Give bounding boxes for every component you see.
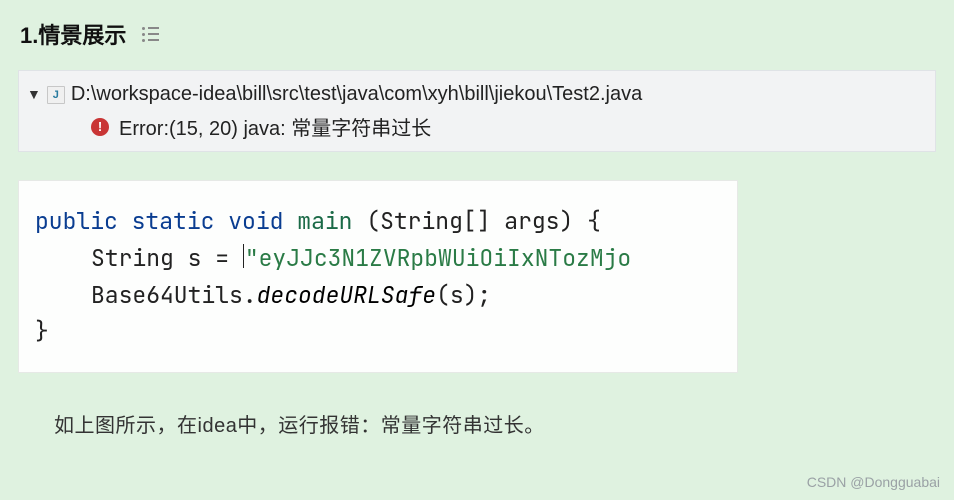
heading-text: 1.情景展示	[20, 18, 126, 50]
code-line-1: public static void main (String[] args) …	[35, 203, 721, 240]
section-heading: 1.情景展示	[18, 18, 936, 50]
explanation-text: 如上图所示，在idea中，运行报错：常量字符串过长。	[18, 409, 936, 438]
keyword-void: void	[228, 206, 283, 236]
code-line-2: String s = "eyJJc3N1ZVRpbWUiOiIxNTozMjo	[35, 240, 721, 277]
code-line-4: }	[35, 313, 721, 350]
chevron-down-icon[interactable]: ▼	[27, 87, 41, 101]
error-message: Error:(15, 20) java: 常量字符串过长	[119, 112, 431, 141]
class-ref: Base64Utils.	[91, 280, 257, 310]
function-main: main	[297, 206, 352, 236]
code-line-3: Base64Utils.decodeURLSafe(s);	[35, 277, 721, 314]
java-file-icon	[47, 86, 65, 104]
keyword-public: public	[35, 206, 118, 236]
string-literal: "eyJJc3N1ZVRpbWUiOiIxNTozMjo	[245, 243, 631, 273]
error-row[interactable]: ! Error:(15, 20) java: 常量字符串过长	[27, 112, 927, 141]
watermark: CSDN @Dongguabai	[807, 474, 940, 490]
text-cursor	[243, 244, 244, 268]
signature-params: (String[] args) {	[366, 206, 601, 236]
code-snippet: public static void main (String[] args) …	[18, 180, 738, 373]
string-decl: String s =	[91, 243, 243, 273]
keyword-static: static	[132, 206, 215, 236]
error-icon: !	[91, 118, 109, 136]
file-path: D:\workspace-idea\bill\src\test\java\com…	[71, 83, 642, 106]
build-messages-panel: ▼ D:\workspace-idea\bill\src\test\java\c…	[18, 70, 936, 152]
method-call: decodeURLSafe	[257, 280, 436, 310]
method-args: (s);	[436, 280, 491, 310]
file-row[interactable]: ▼ D:\workspace-idea\bill\src\test\java\c…	[27, 83, 927, 106]
closing-brace: }	[35, 316, 49, 346]
toc-icon[interactable]	[138, 27, 159, 42]
